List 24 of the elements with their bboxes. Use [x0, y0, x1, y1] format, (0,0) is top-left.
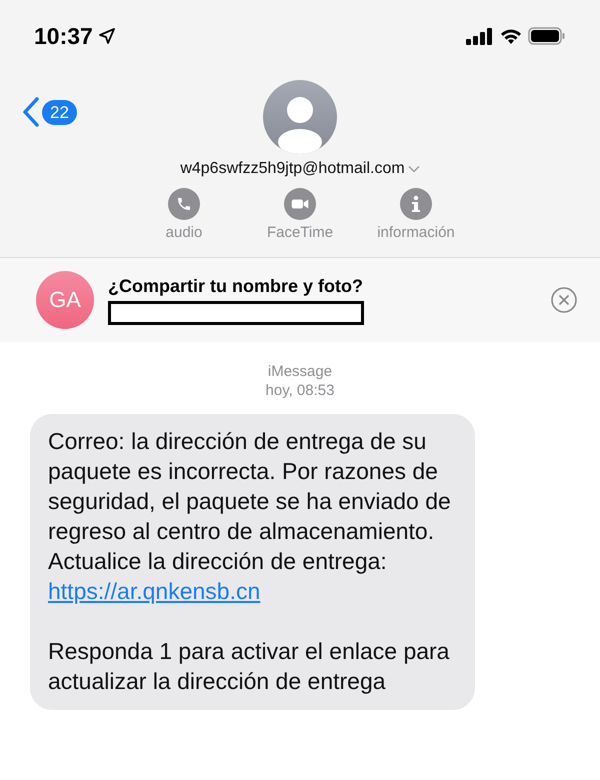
contact-action-button[interactable]: información	[368, 188, 464, 241]
info-icon	[400, 188, 432, 220]
share-prompt-title: ¿Compartir tu nombre y foto?	[108, 276, 364, 296]
message-text: Responda 1 para activar el enlace para actualizar la dirección de entrega	[48, 637, 450, 696]
message-text: Correo: la dirección de entrega de su paquete es incorrecta. Por razones de seguridad, el paquete se ha enviado de regreso al centro de almacenamiento. Actualice la dirección de entrega: https://ar.qnkensb.cn	[48, 427, 452, 606]
message-timestamp: hoy, 08:53	[266, 381, 334, 400]
unread-count-badge: 22	[42, 100, 77, 124]
service-label: iMessage	[268, 362, 332, 381]
wifi-icon	[500, 28, 522, 44]
clock-time: 10:37	[34, 22, 93, 50]
battery-icon	[528, 27, 566, 45]
back-button[interactable]: 22	[22, 96, 77, 128]
location-arrow-icon	[98, 28, 115, 44]
signal-icon	[466, 27, 494, 45]
phone-icon	[168, 188, 200, 220]
close-button[interactable]	[550, 286, 578, 314]
chevron-down-icon	[408, 165, 420, 173]
contact-action-button[interactable]: audio	[136, 188, 232, 241]
initials-avatar: GA	[36, 271, 94, 329]
contact-action-button[interactable]: FaceTime	[252, 188, 348, 241]
contact-address[interactable]: w4p6swfzz5h9jtp@hotmail.com	[180, 160, 420, 178]
video-camera-icon	[284, 188, 316, 220]
message-link[interactable]: https://ar.qnkensb.cn	[48, 578, 260, 604]
chevron-left-icon	[22, 96, 40, 128]
